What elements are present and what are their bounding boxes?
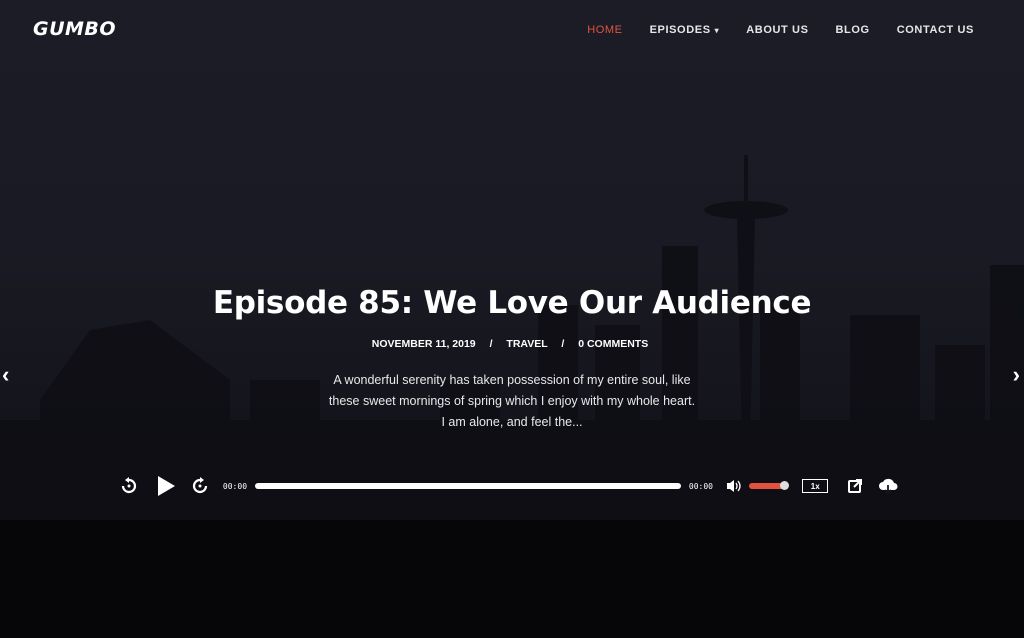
volume-icon[interactable] <box>727 479 741 493</box>
episode-date: NOVEMBER 11, 2019 <box>371 338 476 350</box>
episode-category-link[interactable]: TRAVEL <box>506 338 547 350</box>
episode-comments-link[interactable]: 0 COMMENTS <box>578 338 648 350</box>
download-icon[interactable] <box>878 477 898 495</box>
share-icon[interactable] <box>848 479 863 493</box>
chevron-down-icon: ▾ <box>714 25 720 35</box>
episode-excerpt: A wonderful serenity has taken possessio… <box>262 370 762 433</box>
nav-label: ABOUT US <box>746 24 809 36</box>
slider-prev-arrow[interactable]: ‹ <box>2 362 9 388</box>
current-time: 00:00 <box>222 481 248 491</box>
meta-separator: / <box>561 338 565 350</box>
site-logo[interactable]: GUMBO <box>33 18 116 40</box>
rewind-icon[interactable] <box>118 477 140 495</box>
nav-label: HOME <box>587 24 623 36</box>
nav-label: BLOG <box>835 24 870 36</box>
progress-bar[interactable] <box>255 483 681 489</box>
play-icon[interactable] <box>156 476 178 496</box>
meta-separator: / <box>489 338 493 350</box>
excerpt-line: I am alone, and feel the... <box>441 415 583 429</box>
audio-player: 00:00 00:00 1x <box>118 473 898 499</box>
volume-slider[interactable] <box>749 481 790 490</box>
playback-speed-button[interactable]: 1x <box>802 479 829 493</box>
nav-label: EPISODES <box>649 24 711 36</box>
episode-title[interactable]: Episode 85: We Love Our Audience <box>0 285 1024 321</box>
nav-item-contact-us[interactable]: CONTACT US <box>897 24 974 36</box>
nav-item-home[interactable]: HOME <box>587 24 622 36</box>
excerpt-line: A wonderful serenity has taken possessio… <box>333 373 691 387</box>
nav-item-about-us[interactable]: ABOUT US <box>746 24 808 36</box>
nav-item-blog[interactable]: BLOG <box>836 24 870 36</box>
volume-handle[interactable] <box>780 481 790 490</box>
excerpt-line: these sweet mornings of spring which I e… <box>328 394 696 408</box>
nav-label: CONTACT US <box>896 24 974 36</box>
forward-icon[interactable] <box>189 477 211 495</box>
nav-item-episodes[interactable]: EPISODES ▾ <box>650 24 720 36</box>
main-nav: HOME EPISODES ▾ ABOUT US BLOG CONTACT US <box>560 24 974 36</box>
duration: 00:00 <box>688 481 713 491</box>
episode-meta: NOVEMBER 11, 2019 / TRAVEL / 0 COMMENTS <box>0 338 1020 350</box>
slider-next-arrow[interactable]: › <box>1013 362 1020 388</box>
